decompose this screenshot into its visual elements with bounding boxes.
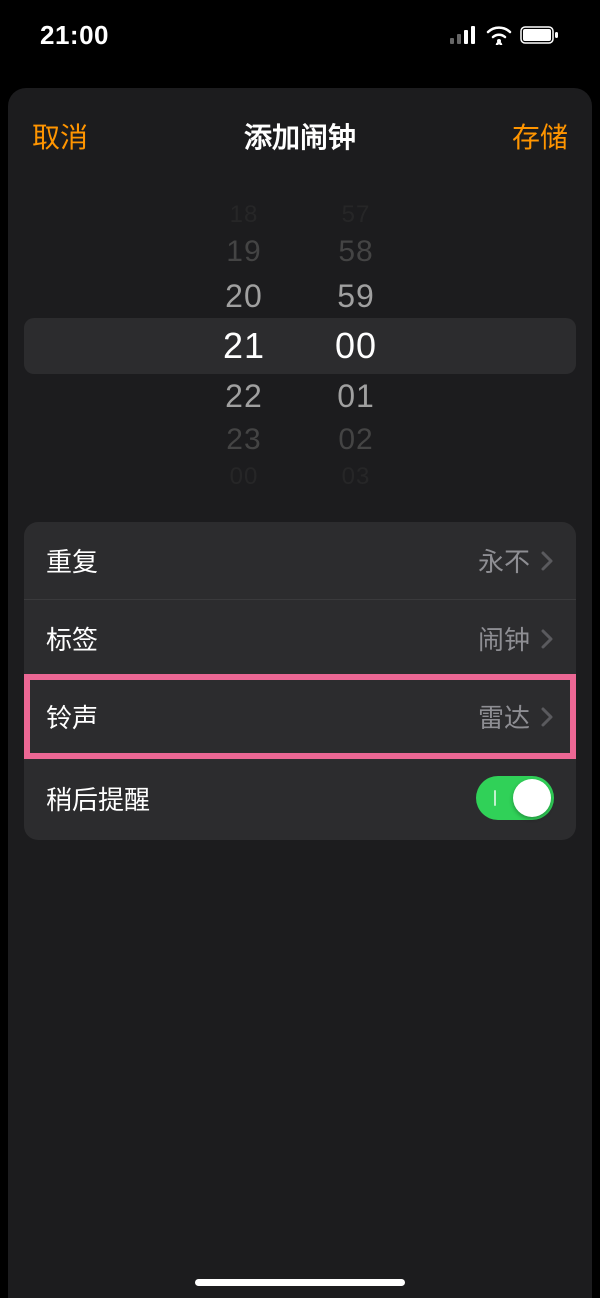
row-label: 重复: [46, 542, 98, 579]
repeat-row[interactable]: 重复 永不: [24, 522, 576, 600]
status-time: 21:00: [40, 20, 109, 51]
chevron-right-icon: [540, 550, 554, 572]
picker-item: 57: [342, 200, 371, 230]
picker-item: 02: [338, 418, 373, 462]
wifi-icon: [486, 25, 512, 45]
chevron-right-icon: [540, 706, 554, 728]
add-alarm-modal: 取消 添加闹钟 存储 18 19 20 21 22 23 00 57 58 59…: [8, 88, 592, 1298]
chevron-right-icon: [540, 628, 554, 650]
row-value: 闹钟: [478, 620, 530, 657]
picker-item: 03: [342, 462, 371, 492]
hour-column[interactable]: 18 19 20 21 22 23 00: [223, 206, 265, 486]
picker-item: 20: [225, 274, 263, 318]
home-indicator[interactable]: [195, 1279, 405, 1286]
row-label: 稍后提醒: [46, 780, 150, 817]
snooze-toggle[interactable]: [476, 776, 554, 820]
minute-column[interactable]: 57 58 59 00 01 02 03: [335, 206, 377, 486]
picker-item: 00: [230, 462, 259, 492]
picker-item-selected: 00: [335, 318, 377, 374]
picker-item: 22: [225, 374, 263, 418]
toggle-knob: [513, 779, 551, 817]
modal-title: 添加闹钟: [244, 116, 356, 156]
battery-icon: [520, 26, 560, 44]
picker-item-selected: 21: [223, 318, 265, 374]
row-value: 永不: [478, 542, 530, 579]
save-button[interactable]: 存储: [512, 116, 568, 156]
snooze-row: 稍后提醒: [24, 756, 576, 840]
picker-item: 23: [226, 418, 261, 462]
picker-item: 58: [338, 230, 373, 274]
toggle-on-indicator: [494, 790, 496, 806]
picker-item: 59: [337, 274, 375, 318]
cancel-button[interactable]: 取消: [32, 116, 88, 156]
row-label: 铃声: [46, 698, 98, 735]
label-row[interactable]: 标签 闹钟: [24, 600, 576, 678]
picker-item: 18: [230, 200, 259, 230]
time-picker[interactable]: 18 19 20 21 22 23 00 57 58 59 00 01 02 0…: [8, 206, 592, 486]
status-icons: [450, 25, 560, 45]
status-bar: 21:00: [0, 0, 600, 70]
picker-item: 19: [226, 230, 261, 274]
row-label: 标签: [46, 620, 98, 657]
picker-item: 01: [337, 374, 375, 418]
settings-list: 重复 永不 标签 闹钟 铃声 雷达 稍后提醒: [24, 522, 576, 840]
sound-row[interactable]: 铃声 雷达: [24, 678, 576, 756]
cellular-icon: [450, 26, 478, 44]
row-value: 雷达: [478, 698, 530, 735]
modal-header: 取消 添加闹钟 存储: [8, 108, 592, 166]
